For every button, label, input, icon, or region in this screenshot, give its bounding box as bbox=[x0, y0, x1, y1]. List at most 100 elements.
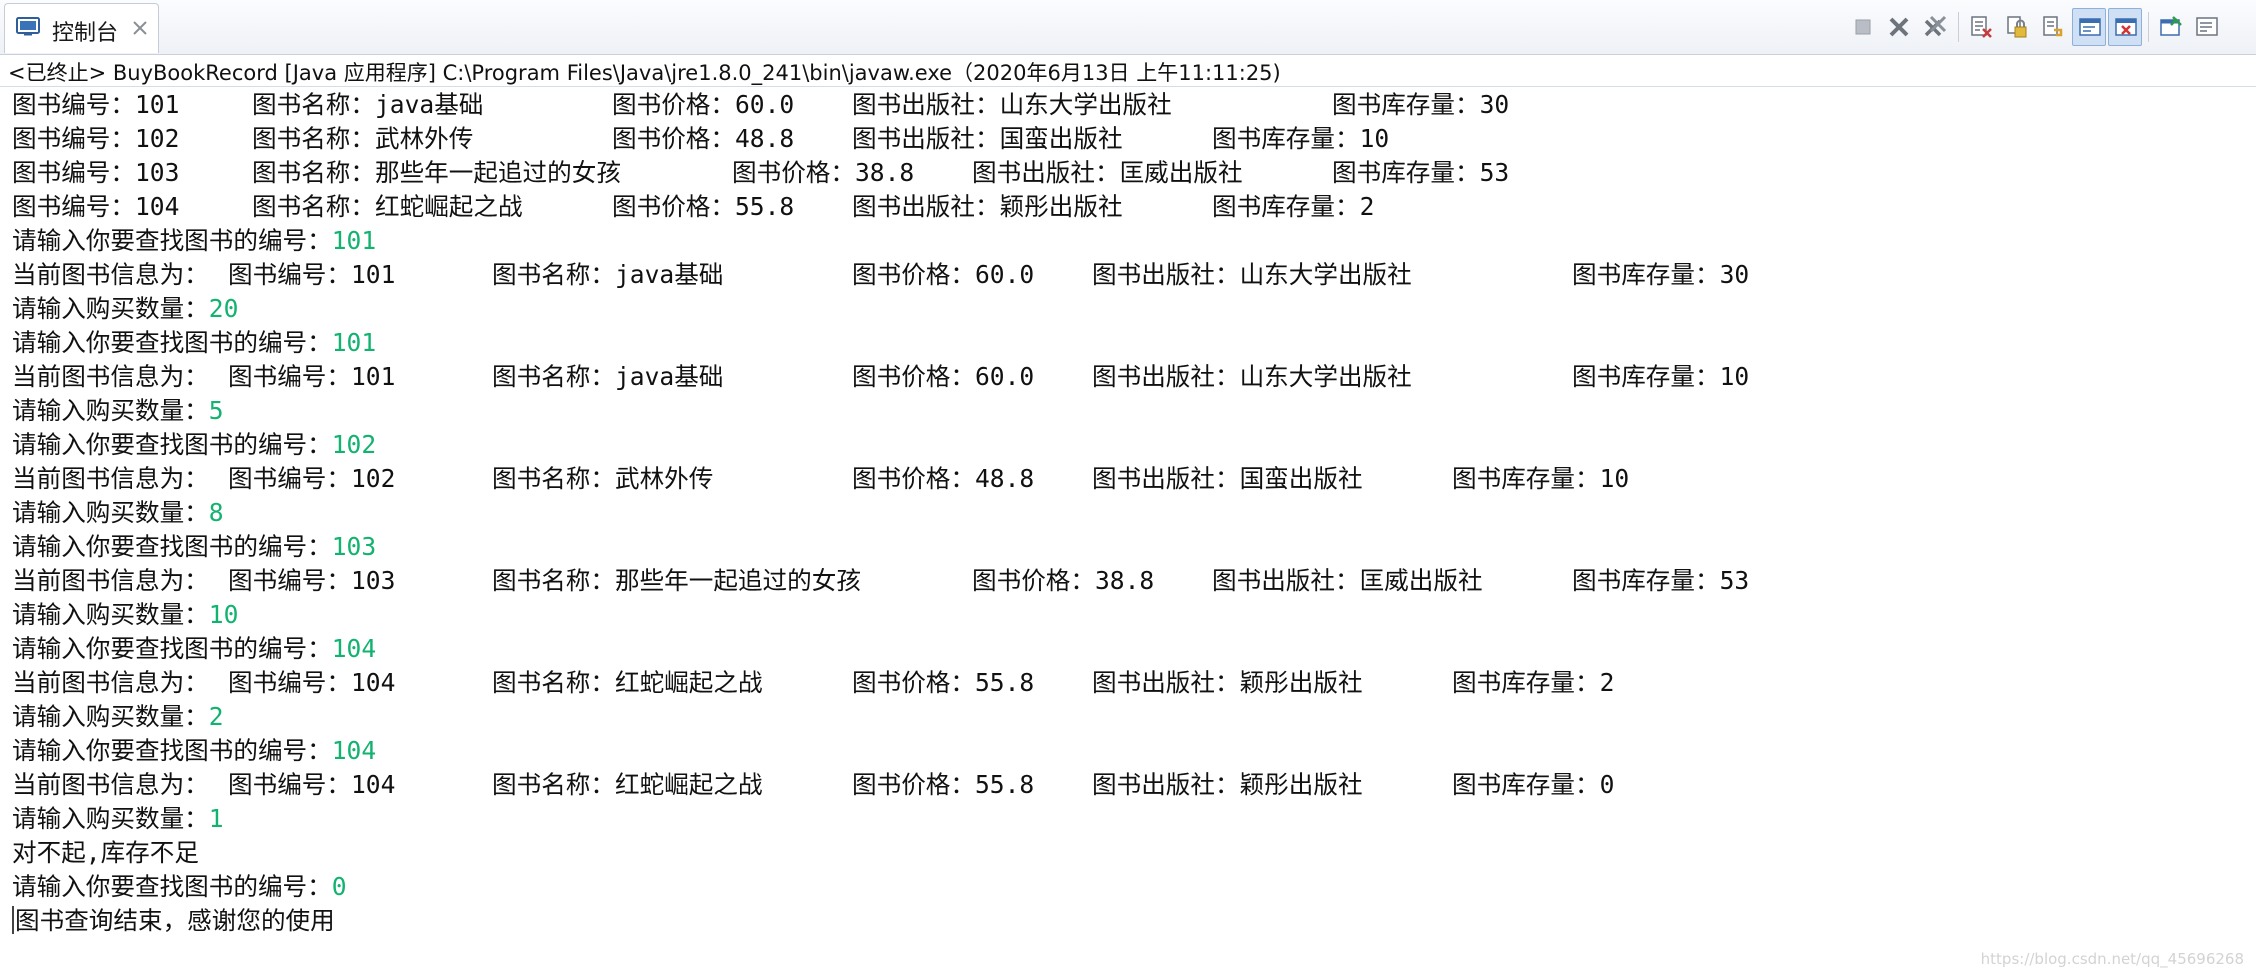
book-id: 图书编号：104 bbox=[228, 668, 396, 697]
book-list-row: 图书编号：104 图书名称：红蛇崛起之战 图书价格：55.8 图书出版社：颖彤出… bbox=[12, 190, 2242, 224]
user-input: 102 bbox=[331, 430, 377, 459]
book-stock: 图书库存量：53 bbox=[1572, 566, 1750, 595]
quantity-prompt: 请输入购买数量： bbox=[12, 804, 209, 833]
book-id: 图书编号：101 bbox=[228, 260, 396, 289]
book-list-row: 图书编号：101 图书名称：java基础 图书价格：60.0 图书出版社：山东大… bbox=[12, 88, 2242, 122]
user-input: 0 bbox=[331, 872, 347, 901]
word-wrap-icon[interactable] bbox=[2036, 8, 2070, 46]
book-name: 图书名称：武林外传 bbox=[492, 464, 714, 493]
clear-console-icon[interactable] bbox=[1964, 8, 1998, 46]
quantity-prompt-line: 请输入购买数量：5 bbox=[12, 394, 2242, 428]
book-publisher: 图书出版社：国蛮出版社 bbox=[1092, 464, 1363, 493]
current-info-label: 当前图书信息为： bbox=[12, 668, 209, 697]
user-input: 101 bbox=[331, 328, 377, 357]
book-stock: 图书库存量：30 bbox=[1332, 90, 1510, 119]
current-info-line: 当前图书信息为： 图书编号：104 图书名称：红蛇崛起之战 图书价格：55.8 … bbox=[12, 768, 2242, 802]
book-stock: 图书库存量：10 bbox=[1572, 362, 1750, 391]
book-id: 图书编号：104 bbox=[12, 192, 180, 221]
book-price: 图书价格：48.8 bbox=[612, 124, 795, 153]
book-name: 图书名称：java基础 bbox=[252, 90, 484, 119]
show-on-stdout-icon[interactable] bbox=[2072, 8, 2106, 46]
display-console-icon[interactable] bbox=[2190, 8, 2224, 46]
book-stock: 图书库存量：10 bbox=[1212, 124, 1390, 153]
current-info-label: 当前图书信息为： bbox=[12, 566, 209, 595]
launch-status-line: <已终止> BuyBookRecord [Java 应用程序] C:\Progr… bbox=[8, 61, 1281, 85]
search-prompt: 请输入你要查找图书的编号： bbox=[12, 328, 332, 357]
quantity-prompt: 请输入购买数量： bbox=[12, 702, 209, 731]
close-icon[interactable] bbox=[130, 18, 150, 38]
book-name: 图书名称：java基础 bbox=[492, 362, 724, 391]
search-prompt-line: 请输入你要查找图书的编号：104 bbox=[12, 734, 2242, 768]
search-prompt-line: 请输入你要查找图书的编号：102 bbox=[12, 428, 2242, 462]
remove-launch-icon[interactable] bbox=[1882, 8, 1916, 46]
quantity-prompt-line: 请输入购买数量：20 bbox=[12, 292, 2242, 326]
book-price: 图书价格：60.0 bbox=[852, 362, 1035, 391]
book-price: 图书价格：55.8 bbox=[612, 192, 795, 221]
user-input: 1 bbox=[208, 804, 224, 833]
book-stock: 图书库存量：30 bbox=[1572, 260, 1750, 289]
book-publisher: 图书出版社：颖彤出版社 bbox=[1092, 668, 1363, 697]
book-publisher: 图书出版社：匡威出版社 bbox=[1212, 566, 1483, 595]
end-message-line: 图书查询结束，感谢您的使用 bbox=[12, 904, 2242, 938]
console-view-header: 控制台 bbox=[0, 0, 2256, 55]
current-info-label: 当前图书信息为： bbox=[12, 464, 209, 493]
tab-console[interactable]: 控制台 bbox=[4, 3, 159, 53]
book-publisher: 图书出版社：颖彤出版社 bbox=[852, 192, 1123, 221]
current-info-line: 当前图书信息为： 图书编号：104 图书名称：红蛇崛起之战 图书价格：55.8 … bbox=[12, 666, 2242, 700]
search-prompt: 请输入你要查找图书的编号： bbox=[12, 872, 332, 901]
book-price: 图书价格：38.8 bbox=[972, 566, 1155, 595]
quantity-prompt: 请输入购买数量： bbox=[12, 600, 209, 629]
console-icon bbox=[16, 17, 40, 36]
quantity-prompt-line: 请输入购买数量：2 bbox=[12, 700, 2242, 734]
console-output[interactable]: 图书编号：101 图书名称：java基础 图书价格：60.0 图书出版社：山东大… bbox=[12, 88, 2242, 968]
show-on-stderr-icon[interactable] bbox=[2108, 8, 2142, 46]
book-id: 图书编号：103 bbox=[12, 158, 180, 187]
current-info-line: 当前图书信息为： 图书编号：102 图书名称：武林外传 图书价格：48.8 图书… bbox=[12, 462, 2242, 496]
book-id: 图书编号：103 bbox=[228, 566, 396, 595]
book-stock: 图书库存量：2 bbox=[1452, 668, 1615, 697]
book-name: 图书名称：红蛇崛起之战 bbox=[492, 770, 763, 799]
user-input: 10 bbox=[208, 600, 239, 629]
book-name: 图书名称：武林外传 bbox=[252, 124, 474, 153]
console-toolbar bbox=[1846, 8, 2246, 46]
quantity-prompt: 请输入购买数量： bbox=[12, 294, 209, 323]
book-stock: 图书库存量：0 bbox=[1452, 770, 1615, 799]
user-input: 8 bbox=[208, 498, 224, 527]
book-publisher: 图书出版社：颖彤出版社 bbox=[1092, 770, 1363, 799]
search-prompt-line: 请输入你要查找图书的编号：101 bbox=[12, 326, 2242, 360]
search-prompt-line: 请输入你要查找图书的编号：0 bbox=[12, 870, 2242, 904]
pin-console-icon[interactable] bbox=[2154, 8, 2188, 46]
current-info-line: 当前图书信息为： 图书编号：101 图书名称：java基础 图书价格：60.0 … bbox=[12, 258, 2242, 292]
book-price: 图书价格：55.8 bbox=[852, 770, 1035, 799]
book-price: 图书价格：60.0 bbox=[852, 260, 1035, 289]
search-prompt: 请输入你要查找图书的编号： bbox=[12, 430, 332, 459]
book-stock: 图书库存量：10 bbox=[1452, 464, 1630, 493]
book-name: 图书名称：那些年一起追过的女孩 bbox=[492, 566, 861, 595]
quantity-prompt-line: 请输入购买数量：8 bbox=[12, 496, 2242, 530]
scroll-lock-icon[interactable] bbox=[2000, 8, 2034, 46]
book-name: 图书名称：红蛇崛起之战 bbox=[492, 668, 763, 697]
book-list-row: 图书编号：102 图书名称：武林外传 图书价格：48.8 图书出版社：国蛮出版社… bbox=[12, 122, 2242, 156]
current-info-label: 当前图书信息为： bbox=[12, 260, 209, 289]
book-price: 图书价格：48.8 bbox=[852, 464, 1035, 493]
current-info-line: 当前图书信息为： 图书编号：101 图书名称：java基础 图书价格：60.0 … bbox=[12, 360, 2242, 394]
text-caret bbox=[12, 906, 14, 934]
book-stock: 图书库存量：53 bbox=[1332, 158, 1510, 187]
end-message: 图书查询结束，感谢您的使用 bbox=[15, 906, 335, 935]
book-name: 图书名称：那些年一起追过的女孩 bbox=[252, 158, 621, 187]
user-input: 101 bbox=[331, 226, 377, 255]
out-of-stock-message: 对不起,库存不足 bbox=[12, 838, 199, 867]
terminate-icon[interactable] bbox=[1846, 8, 1880, 46]
book-publisher: 图书出版社：山东大学出版社 bbox=[1092, 362, 1412, 391]
user-input: 2 bbox=[208, 702, 224, 731]
divider bbox=[0, 86, 2256, 87]
user-input: 5 bbox=[208, 396, 224, 425]
user-input: 104 bbox=[331, 736, 377, 765]
search-prompt-line: 请输入你要查找图书的编号：103 bbox=[12, 530, 2242, 564]
book-name: 图书名称：java基础 bbox=[492, 260, 724, 289]
remove-all-terminated-icon[interactable] bbox=[1918, 8, 1952, 46]
book-id: 图书编号：102 bbox=[12, 124, 180, 153]
book-id: 图书编号：101 bbox=[228, 362, 396, 391]
book-id: 图书编号：102 bbox=[228, 464, 396, 493]
search-prompt: 请输入你要查找图书的编号： bbox=[12, 532, 332, 561]
